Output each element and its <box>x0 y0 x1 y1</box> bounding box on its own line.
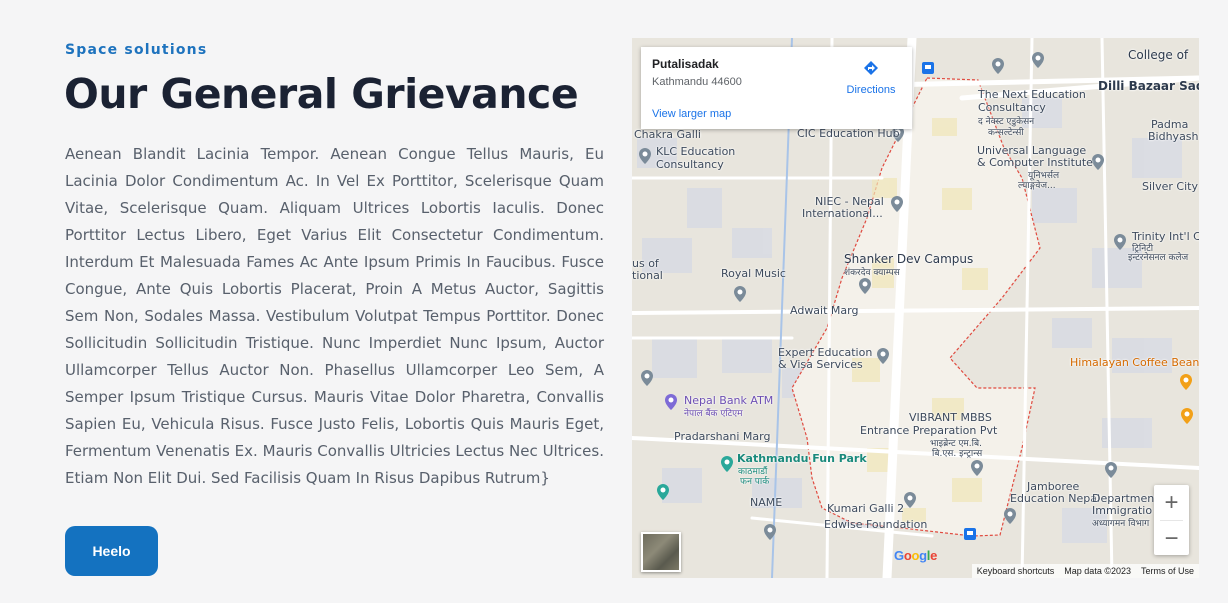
map-pin-icon[interactable] <box>969 460 985 476</box>
map-label-shanker-np: शंकरदेव क्याम्पस <box>844 268 900 278</box>
zoom-out-button[interactable]: − <box>1154 521 1189 556</box>
section-eyebrow: Space solutions <box>65 42 208 58</box>
map-label-silver-city: Silver City <box>1142 180 1198 193</box>
map-label-expert2: & Visa Services <box>778 358 863 371</box>
map-label-universal-np2: ल्याङ्गवेज... <box>1018 181 1056 191</box>
place-name: Putalisadak <box>652 57 719 71</box>
map-label-vibrant1: VIBRANT MBBS <box>909 411 992 424</box>
map-pin-icon[interactable] <box>1112 234 1128 250</box>
park-pin-icon[interactable] <box>719 456 735 472</box>
park-pin-icon[interactable] <box>655 484 671 500</box>
directions-icon <box>864 61 878 75</box>
map-pin-icon[interactable] <box>902 492 918 508</box>
bus-stop-icon[interactable] <box>920 60 936 76</box>
map-pin-icon[interactable] <box>637 148 653 164</box>
google-logo: Google <box>894 548 937 563</box>
view-larger-map-link[interactable]: View larger map <box>652 108 731 120</box>
place-address: Kathmandu 44600 <box>652 76 742 88</box>
map-label-next-np2: कन्सल्टेन्सी <box>988 128 1024 138</box>
zoom-controls: + − <box>1154 485 1189 555</box>
map-label-trinity-np2: इन्टरनेसनल कलेज <box>1128 253 1189 263</box>
directions-button[interactable]: Directions <box>846 59 896 96</box>
map-label-next-edu: The Next Education <box>978 88 1086 101</box>
map-label-name: NAME <box>750 496 783 509</box>
map-pin-icon[interactable] <box>732 286 748 302</box>
map-label-fun-park-np2: फन पार्क <box>740 477 770 487</box>
keyboard-shortcuts-link[interactable]: Keyboard shortcuts <box>977 566 1055 576</box>
map-label-chakra-galli: Chakra Galli <box>634 128 701 141</box>
map-label-immigration-np: अध्यागमन विभाग <box>1092 519 1150 529</box>
cafe-pin-icon[interactable] <box>1178 374 1194 390</box>
map-label-edwise: Edwise Foundation <box>824 518 928 531</box>
map-label-klc2: Consultancy <box>656 158 724 171</box>
bus-stop-icon[interactable] <box>962 526 978 542</box>
directions-label: Directions <box>846 84 896 96</box>
embedded-map[interactable]: College of Dilli Bazaar Sadak Padma Bidh… <box>632 38 1199 578</box>
atm-pin-icon[interactable] <box>663 394 679 410</box>
map-label-kumari-galli: Kumari Galli 2 <box>827 502 905 515</box>
zoom-in-button[interactable]: + <box>1154 485 1189 520</box>
map-label-himalayan-coffee: Himalayan Coffee Bean <box>1070 356 1199 369</box>
map-label-niec2: International... <box>802 207 883 220</box>
google-logo-letter: G <box>894 548 904 563</box>
map-label-royal-music: Royal Music <box>721 267 786 280</box>
google-logo-letter: e <box>930 548 938 563</box>
terms-of-use-link[interactable]: Terms of Use <box>1141 566 1194 576</box>
school-pin-icon[interactable] <box>639 370 655 386</box>
map-label-jamboree2: Education Nepal <box>1010 492 1101 505</box>
restaurant-pin-icon[interactable] <box>1179 408 1195 424</box>
satellite-toggle-button[interactable] <box>641 532 681 572</box>
heelo-button[interactable]: Heelo <box>65 526 158 576</box>
government-pin-icon[interactable] <box>1103 462 1119 478</box>
map-label-college: College of <box>1128 48 1189 62</box>
map-label-vibrant-np2: बि.एस. इन्ट्रान्स <box>932 449 983 459</box>
map-data-text: Map data ©2023 <box>1064 566 1131 576</box>
map-pin-icon[interactable] <box>762 524 778 540</box>
map-label-shanker: Shanker Dev Campus <box>844 252 974 266</box>
section-body-text: Aenean Blandit Lacinia Tempor. Aenean Co… <box>65 145 604 487</box>
map-attribution: Keyboard shortcuts Map data ©2023 Terms … <box>971 564 1199 578</box>
map-label-adwait-marg: Adwait Marg <box>790 304 859 317</box>
map-label-dilli-bazaar: Dilli Bazaar Sadak <box>1098 79 1199 93</box>
map-label-next-consult: Consultancy <box>978 101 1046 114</box>
map-pin-icon[interactable] <box>1030 52 1046 68</box>
map-pin-icon[interactable] <box>875 348 891 364</box>
school-pin-icon[interactable] <box>857 278 873 294</box>
map-pin-icon[interactable] <box>1002 508 1018 524</box>
google-logo-letter: g <box>919 548 927 563</box>
map-label-nepal-bank-np: नेपाल बैंक एटिएम <box>684 409 743 419</box>
map-label-pradarshani-marg: Pradarshani Marg <box>674 430 771 443</box>
map-label-klc1: KLC Education <box>656 145 736 158</box>
map-label-tional: tional <box>632 269 663 282</box>
place-info-card: Putalisadak Kathmandu 44600 View larger … <box>641 47 912 129</box>
google-logo-letter: o <box>911 548 920 563</box>
map-label-bidhya: Bidhyash <box>1148 130 1199 143</box>
section-title: Our General Grievance <box>64 70 579 118</box>
map-pin-icon[interactable] <box>990 58 1006 74</box>
school-pin-icon[interactable] <box>889 196 905 212</box>
